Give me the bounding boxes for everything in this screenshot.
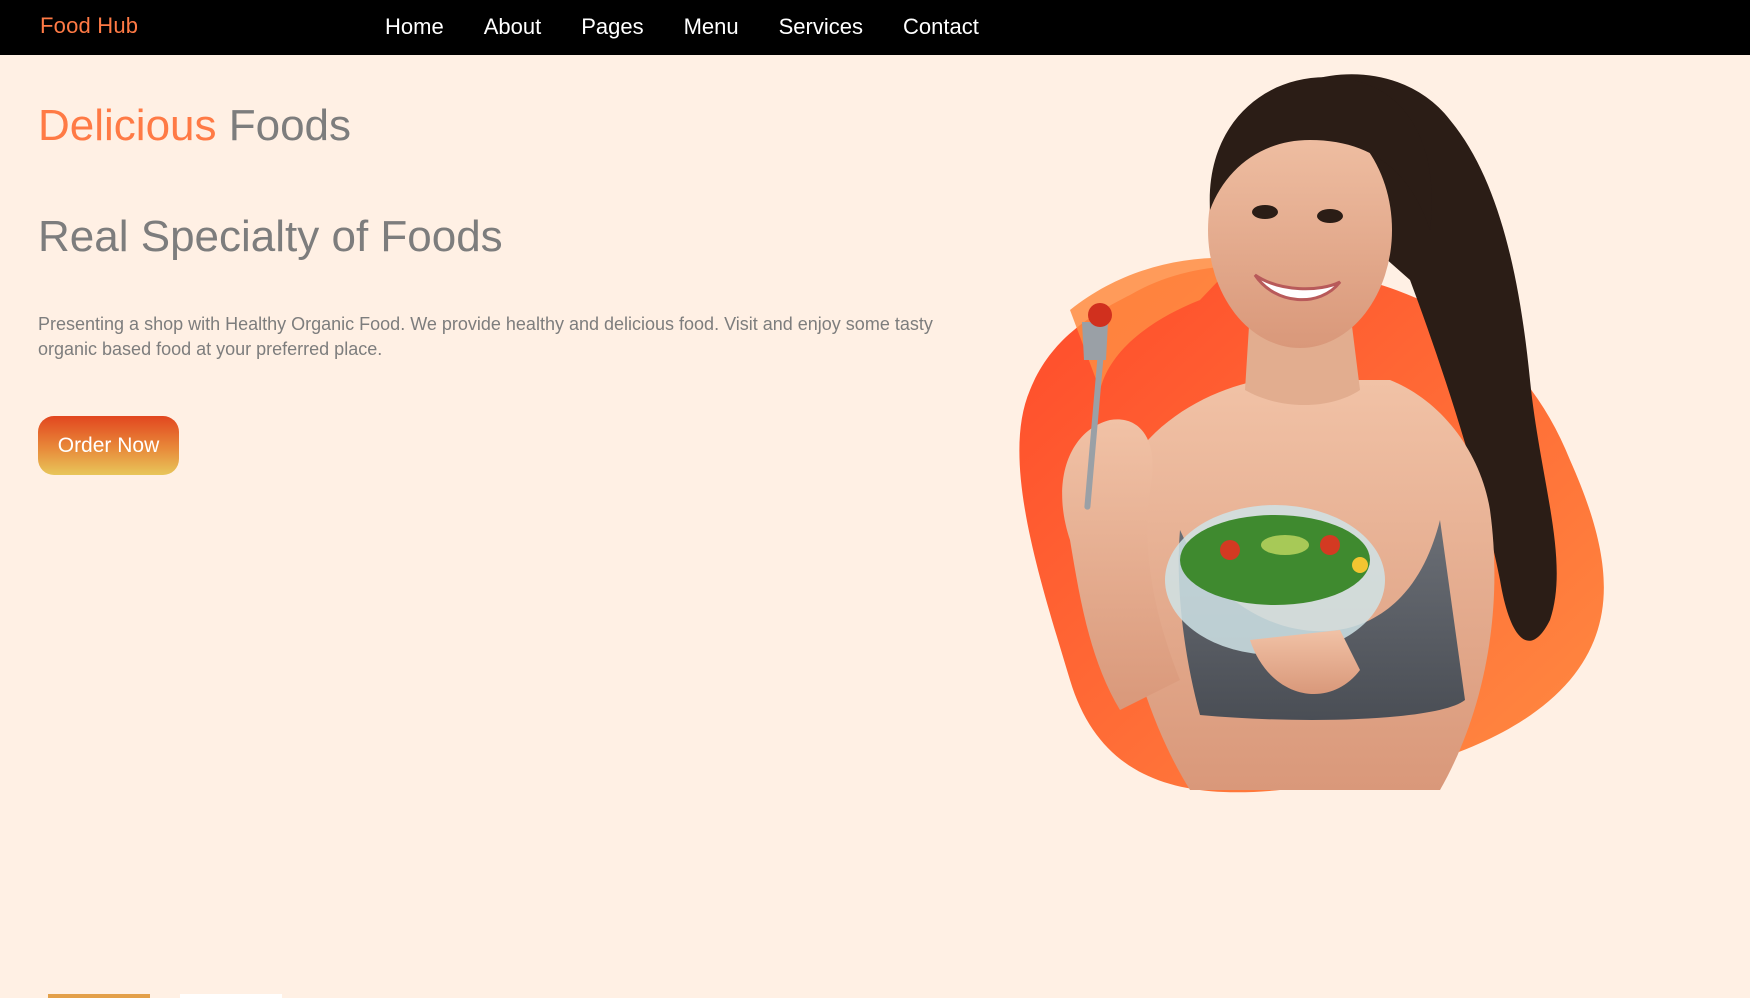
- woman-with-salad-illustration: [1019, 74, 1604, 793]
- salad-tomato-shape-2: [1320, 535, 1340, 555]
- nav-link-contact[interactable]: Contact: [903, 13, 979, 41]
- nav-link-services[interactable]: Services: [779, 13, 863, 41]
- hero-subtitle: Real Specialty of Foods: [38, 212, 503, 261]
- nav-links: Home About Pages Menu Services Contact: [385, 13, 1019, 41]
- salad-tomato-shape: [1220, 540, 1240, 560]
- bottom-decoration: [48, 994, 288, 998]
- top-navbar: Food Hub Home About Pages Menu Services …: [0, 0, 1750, 55]
- hero-title: Delicious Foods: [38, 101, 351, 151]
- salad-greens-shape: [1180, 515, 1370, 605]
- bottom-stripe-white: [180, 994, 282, 998]
- right-eye-shape: [1317, 209, 1343, 223]
- hero-title-rest: Foods: [216, 101, 352, 150]
- fork-tines-shape: [1082, 322, 1108, 360]
- hero-image: [1010, 60, 1730, 880]
- left-eye-shape: [1252, 205, 1278, 219]
- hero-description: Presenting a shop with Healthy Organic F…: [38, 314, 933, 359]
- nav-link-pages[interactable]: Pages: [581, 13, 643, 41]
- salad-avocado-shape: [1261, 535, 1309, 555]
- cherry-tomato-shape: [1088, 303, 1112, 327]
- brand-logo-link[interactable]: Food Hub: [40, 13, 138, 39]
- bottom-stripe-orange: [48, 994, 150, 998]
- hero-title-accent: Delicious: [38, 101, 217, 150]
- nav-link-about[interactable]: About: [484, 13, 542, 41]
- salad-pepper-shape: [1352, 557, 1368, 573]
- nav-link-home[interactable]: Home: [385, 13, 444, 41]
- order-now-button[interactable]: Order Now: [38, 416, 179, 475]
- nav-link-menu[interactable]: Menu: [684, 13, 739, 41]
